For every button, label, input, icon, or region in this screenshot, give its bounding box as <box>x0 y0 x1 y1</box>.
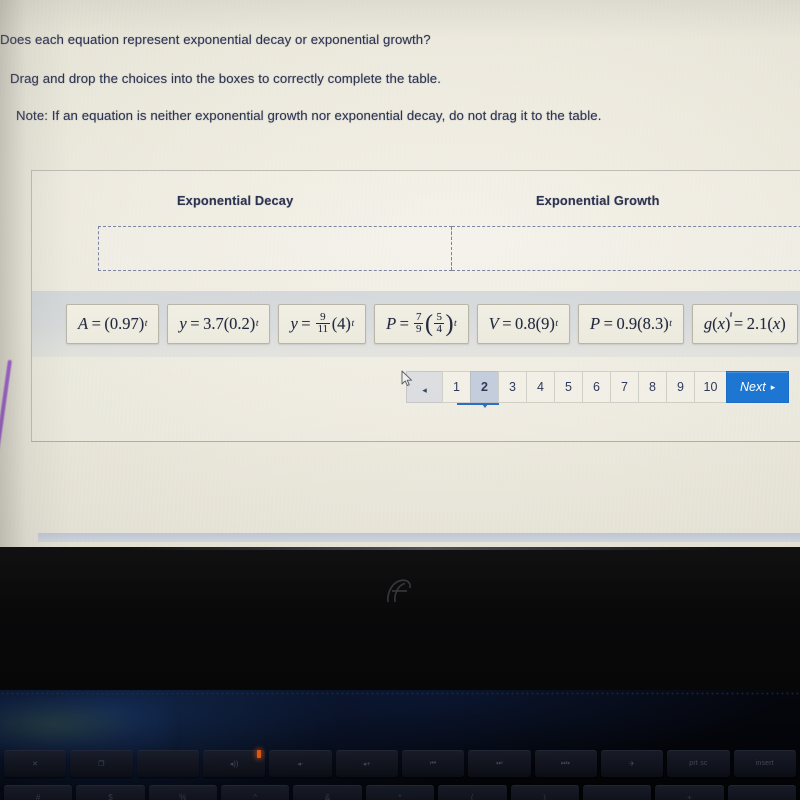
pagination-page-4[interactable]: 4 <box>526 371 554 403</box>
column-header-exponential-decay: Exponential Decay <box>177 193 294 208</box>
activity-panel: Exponential Decay Exponential Growth A =(… <box>31 170 800 442</box>
dropzone-exponential-decay[interactable] <box>98 226 452 271</box>
next-button-label: Next <box>740 380 766 394</box>
next-arrow-icon: ▸ <box>770 381 776 392</box>
key-minus[interactable]: _ <box>582 785 652 800</box>
pagination-next-button[interactable]: Next ▸ <box>726 371 790 403</box>
key-f1[interactable]: ✕ <box>4 750 67 777</box>
pagination-page-1[interactable]: 1 <box>442 371 470 403</box>
choice-tile-g[interactable]: g(x) = 2.1(x) <box>691 304 798 344</box>
key-8[interactable]: * <box>365 785 435 800</box>
key-7[interactable]: & <box>293 785 362 800</box>
key-next-track[interactable]: ⏭▸ <box>534 750 597 777</box>
choice-bank: A = (0.97) t y = 3.7(0.2) t y = 9 11 (4) t P = 7 9(5 4)… <box>32 291 800 357</box>
equation-g: g(x) = 2.1(x) <box>704 311 786 334</box>
pagination-page-9[interactable]: 9 <box>666 371 694 403</box>
laptop-bezel <box>0 547 800 690</box>
key-6[interactable]: ^ <box>221 785 290 800</box>
key-airplane-mode[interactable]: ✈ <box>600 750 664 777</box>
dropzone-exponential-growth[interactable] <box>451 226 800 271</box>
choice-tile-a[interactable]: A = (0.97) t <box>66 304 160 344</box>
key-mute[interactable]: ◂)) <box>202 750 266 777</box>
key-3[interactable]: # <box>4 785 73 800</box>
note-text: Note: If an equation is neither exponent… <box>16 108 602 123</box>
pagination-page-10[interactable]: 10 <box>694 371 726 403</box>
mute-led-indicator <box>257 750 261 758</box>
key-volume-up[interactable]: ◂+ <box>335 750 398 777</box>
key-5[interactable]: % <box>148 785 218 800</box>
laptop-keyboard: ✕ ❐ ◂)) ◂- ◂+ ⏮ ⏭ ⏭▸ ✈ prt sc insert # $… <box>0 690 800 800</box>
key-previous-track[interactable]: ⏮ <box>401 750 465 777</box>
choice-tile-d[interactable]: P = 7 9(5 4) t <box>374 304 469 344</box>
key-print-screen[interactable]: prt sc <box>667 750 730 777</box>
equation-d: P = 7 9(5 4) t <box>386 310 457 337</box>
key-insert[interactable]: insert <box>733 750 796 777</box>
purple-marker-streak <box>0 359 12 472</box>
page-bottom-edge <box>31 441 800 442</box>
pagination-page-6[interactable]: 6 <box>582 371 610 403</box>
choice-tile-e[interactable]: V = 0.8(9) t <box>476 304 571 344</box>
key-f3[interactable] <box>136 750 199 777</box>
keyboard-reflection <box>0 694 170 754</box>
key-backspace[interactable] <box>727 785 796 800</box>
hp-logo-icon <box>383 575 417 609</box>
key-9[interactable]: ( <box>438 785 507 800</box>
pagination-page-3[interactable]: 3 <box>498 371 526 403</box>
choice-tile-f[interactable]: P = 0.9(8.3) t <box>578 304 684 344</box>
equation-a: A = (0.97) t <box>78 314 148 333</box>
pagination-page-5[interactable]: 5 <box>554 371 582 403</box>
key-volume-down[interactable]: ◂- <box>269 750 332 777</box>
key-f2[interactable]: ❐ <box>70 750 133 777</box>
pagination-page-7[interactable]: 7 <box>610 371 638 403</box>
function-key-row: ✕ ❐ ◂)) ◂- ◂+ ⏮ ⏭ ⏭▸ ✈ prt sc insert <box>0 750 800 777</box>
key-play-pause[interactable]: ⏭ <box>468 750 531 777</box>
horizontal-scrollbar[interactable] <box>38 533 800 542</box>
number-key-row: # $ % ^ & * ( ) _ + <box>0 785 800 800</box>
key-equals[interactable]: + <box>655 785 724 800</box>
question-text: Does each equation represent exponential… <box>0 32 431 47</box>
choice-tile-b[interactable]: y = 3.7(0.2) t <box>167 304 271 344</box>
instruction-text: Drag and drop the choices into the boxes… <box>10 71 442 86</box>
laptop-screen: Does each equation represent exponential… <box>0 0 800 556</box>
equation-f: P = 0.9(8.3) t <box>590 314 672 333</box>
equation-e: V = 0.8(9) t <box>488 314 559 333</box>
key-0[interactable]: ) <box>510 785 579 800</box>
pagination: ◂ 1 2 3 4 5 6 7 8 9 10 Next ▸ <box>406 371 790 408</box>
key-4[interactable]: $ <box>76 785 145 800</box>
bezel-sheen <box>125 547 725 550</box>
equation-b: y = 3.7(0.2) t <box>179 314 259 333</box>
column-header-exponential-growth: Exponential Growth <box>536 193 660 208</box>
choice-tile-c[interactable]: y = 9 11 (4) t <box>278 304 367 344</box>
pagination-page-8[interactable]: 8 <box>638 371 666 403</box>
pagination-page-2[interactable]: 2 <box>457 371 499 408</box>
photo-of-laptop: Does each equation represent exponential… <box>0 0 800 800</box>
pagination-prev-button[interactable]: ◂ <box>406 371 442 403</box>
equation-c: y = 9 11 (4) t <box>290 310 355 335</box>
